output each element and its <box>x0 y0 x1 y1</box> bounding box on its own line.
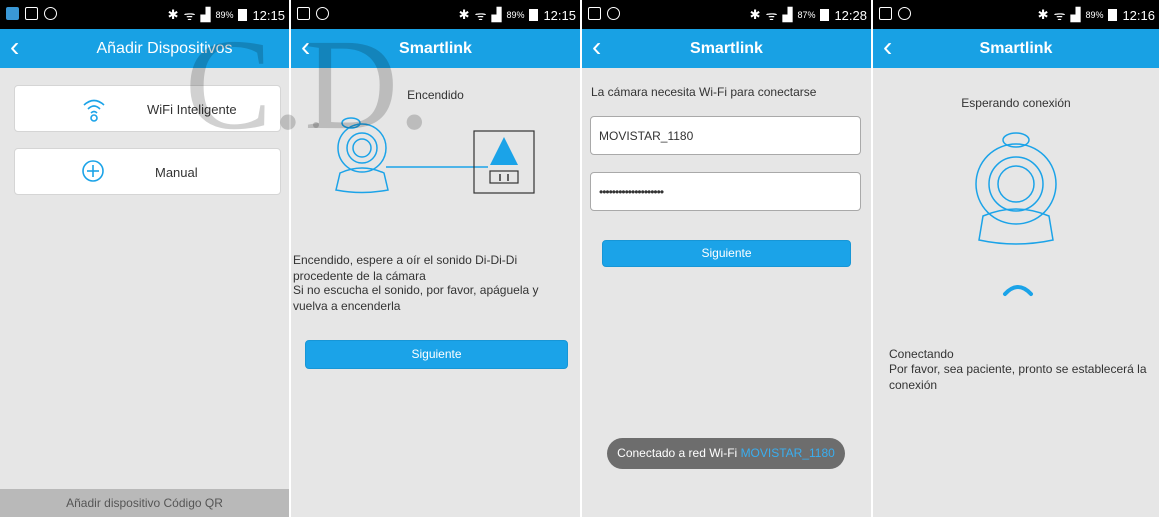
battery-icon <box>820 9 830 21</box>
clock: 12:28 <box>834 7 867 23</box>
screen-smartlink-wifi: ✱ ᯤ ▟ 87% 12:28 ‹ Smartlink La cámara ne… <box>582 0 871 517</box>
status-bar: ✱ ᯤ ▟ 89% 12:15 <box>291 0 580 29</box>
cell-signal-icon: ▟ <box>782 7 793 22</box>
option-wifi-smart[interactable]: WiFi Inteligente <box>14 85 281 132</box>
gallery-icon <box>25 7 38 20</box>
camera-icon <box>975 132 1057 245</box>
password-field[interactable]: •••••••••••••••••••• <box>590 172 861 211</box>
title-bar: ‹ Añadir Dispositivos <box>0 29 289 68</box>
clock: 12:16 <box>1122 7 1155 23</box>
add-manual-icon <box>81 159 105 188</box>
wifi-smart-icon <box>81 96 107 129</box>
gallery-icon <box>879 7 892 20</box>
gallery-icon <box>588 7 601 20</box>
status-text: Por favor, sea paciente, pronto se estab… <box>889 362 1147 392</box>
power-icon <box>607 7 620 20</box>
loading-spinner-icon <box>1003 285 1033 296</box>
battery-percent: 89% <box>506 10 525 20</box>
option-wifi-label: WiFi Inteligente <box>147 102 237 117</box>
clock: 12:15 <box>252 7 285 23</box>
step-heading: Encendido <box>407 88 464 102</box>
next-button[interactable]: Siguiente <box>602 240 851 267</box>
page-title: Smartlink <box>979 40 1053 57</box>
power-icon <box>316 7 329 20</box>
bluetooth-icon: ✱ <box>458 7 470 22</box>
status-bar: ✱ ᯤ ▟ 89% 12:16 <box>873 0 1159 29</box>
option-manual-label: Manual <box>155 165 198 180</box>
power-icon <box>898 7 911 20</box>
power-outlet-icon <box>473 130 535 194</box>
bluetooth-icon: ✱ <box>749 7 761 22</box>
battery-icon <box>238 9 248 21</box>
option-manual[interactable]: Manual <box>14 148 281 195</box>
battery-percent: 87% <box>797 10 816 20</box>
add-qr-button[interactable]: Añadir dispositivo Código QR <box>0 489 289 517</box>
clock: 12:15 <box>543 7 576 23</box>
wifi-signal-icon: ᯤ <box>183 8 196 23</box>
page-title: Añadir Dispositivos <box>96 40 233 57</box>
screen-smartlink-power: ✱ ᯤ ▟ 89% 12:15 ‹ Smartlink Encendido En… <box>291 0 580 517</box>
screen-add-devices: ✱ ᯤ ▟ 89% 12:15 ‹ Añadir Dispositivos Wi… <box>0 0 289 517</box>
app-notification-icon <box>6 7 19 20</box>
cell-signal-icon: ▟ <box>200 7 211 22</box>
wifi-signal-icon: ᯤ <box>765 8 778 23</box>
bluetooth-icon: ✱ <box>1037 7 1049 22</box>
screen-smartlink-connecting: ✱ ᯤ ▟ 89% 12:16 ‹ Smartlink Esperando co… <box>873 0 1159 517</box>
status-bar: ✱ ᯤ ▟ 89% 12:15 <box>0 0 289 29</box>
battery-icon <box>529 9 539 21</box>
gallery-icon <box>297 7 310 20</box>
page-title: Smartlink <box>690 40 763 57</box>
battery-icon <box>1108 9 1118 21</box>
next-button[interactable]: Siguiente <box>305 340 568 369</box>
wifi-signal-icon: ᯤ <box>474 8 487 23</box>
cell-signal-icon: ▟ <box>491 7 502 22</box>
title-bar: ‹ Smartlink <box>582 29 871 68</box>
camera-icon <box>313 117 389 194</box>
cell-signal-icon: ▟ <box>1070 7 1081 22</box>
status-bar: ✱ ᯤ ▟ 87% 12:28 <box>582 0 871 29</box>
camera-power-illustration <box>313 117 535 194</box>
toast-network: MOVISTAR_1180 <box>740 446 835 460</box>
back-arrow-icon[interactable]: ‹ <box>10 32 19 62</box>
instructions-line-1: Encendido, espere a oír el sonido Di-Di-… <box>293 253 518 283</box>
status-title: Conectando <box>889 347 954 361</box>
battery-percent: 89% <box>1085 10 1104 20</box>
connected-toast: Conectado a red Wi-Fi MOVISTAR_1180 <box>607 438 845 469</box>
battery-percent: 89% <box>215 10 234 20</box>
bluetooth-icon: ✱ <box>167 7 179 22</box>
title-bar: ‹ Smartlink <box>291 29 580 68</box>
page-title: Smartlink <box>399 40 472 57</box>
power-icon <box>44 7 57 20</box>
toast-text: Conectado a red Wi-Fi <box>617 446 741 460</box>
wifi-prompt: La cámara necesita Wi-Fi para conectarse <box>591 85 817 99</box>
ssid-field[interactable]: MOVISTAR_1180 <box>590 116 861 155</box>
wifi-signal-icon: ᯤ <box>1053 8 1066 23</box>
title-bar: ‹ Smartlink <box>873 29 1159 68</box>
waiting-heading: Esperando conexión <box>961 96 1071 110</box>
instructions-line-2: Si no escucha el sonido, por favor, apág… <box>293 283 539 313</box>
